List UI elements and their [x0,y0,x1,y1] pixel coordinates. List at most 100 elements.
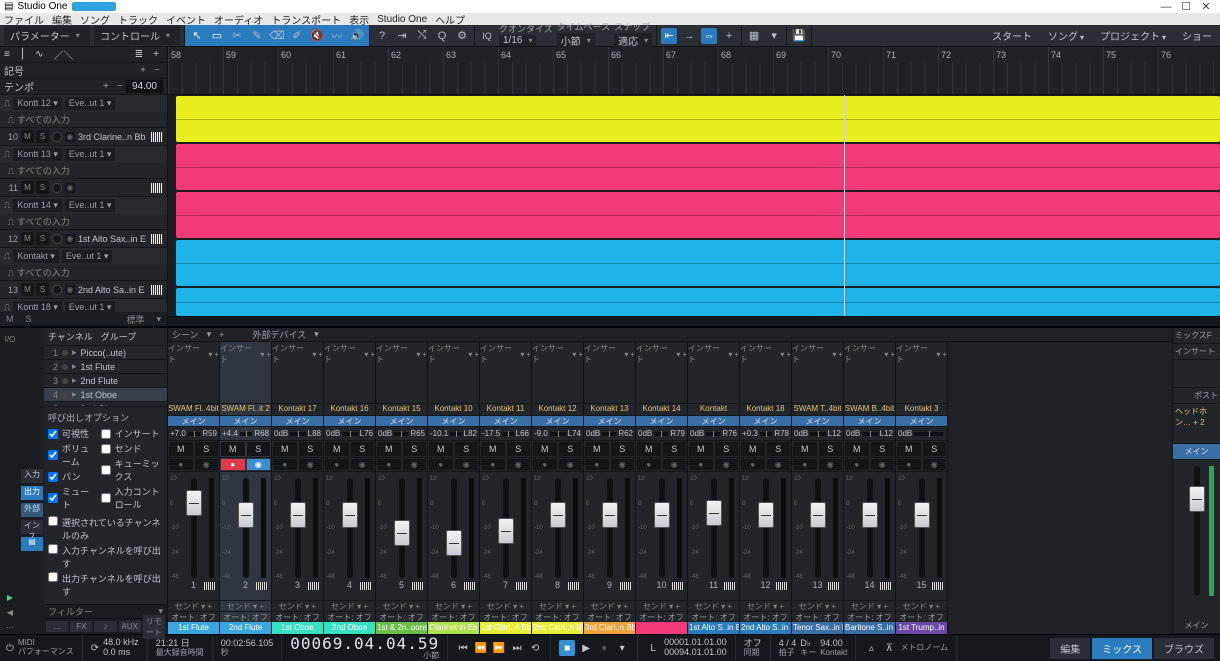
fader[interactable] [186,490,202,516]
view-tab[interactable]: 編集 [1050,638,1090,659]
mixer-side-tab[interactable]: 外部 [21,503,43,517]
strip-name[interactable] [636,622,687,634]
automation-mode[interactable]: オート: オフ [324,611,375,622]
send-slot[interactable]: センド ▾ + [740,600,791,611]
gain-value[interactable]: 0dB [898,429,912,438]
loop-range-icon[interactable]: L [646,641,660,655]
mute-button[interactable]: M [481,442,505,456]
solo-button[interactable]: S [455,442,479,456]
monitor-button[interactable]: ◉ [663,459,687,470]
pan-value[interactable]: L12 [880,429,893,438]
arm-button[interactable]: ● [533,459,557,470]
mute-button[interactable]: M [637,442,661,456]
gain-value[interactable]: -17.5 [482,429,500,438]
monitor-button[interactable]: ◉ [819,459,843,470]
add-track-icon[interactable]: + [153,49,159,60]
strip-name[interactable]: 1st Clari..n Bb [480,622,531,634]
height-dropdown-icon[interactable]: ▾ [156,314,161,325]
monitor-button[interactable]: ◉ [403,459,427,470]
instrument-name[interactable]: Kontakt 17 [272,404,323,416]
automation-mode[interactable]: オート: オフ [636,611,687,622]
output-routing[interactable]: メイン [532,416,583,427]
track-output[interactable]: Eve..ut 1 ▾ [65,97,116,110]
track-name[interactable]: 1st Alto Sax..in E [78,234,148,244]
mute-button[interactable]: M [741,442,765,456]
list-icon[interactable]: ≡ [4,49,10,60]
recall-option[interactable]: ミュート [48,485,91,511]
track-arm[interactable] [52,285,62,295]
mixer-filter-button[interactable]: … [46,621,68,632]
insert-slot[interactable]: インサート▾ + [532,343,583,365]
crossfade-icon[interactable]: ⤭ [414,28,430,44]
control-selector[interactable]: コントロール [94,26,180,45]
arrow-right-icon[interactable]: ▶ [0,590,20,604]
gain-value[interactable]: 0dB [690,429,704,438]
solo-button[interactable]: S [507,442,531,456]
insert-slot[interactable]: インサート▾ + [896,343,947,365]
solo-button[interactable]: S [195,442,219,456]
keyboard-icon[interactable] [204,582,216,590]
send-slot[interactable]: センド ▾ + [844,600,895,611]
channel-list-item[interactable]: 1st Oboe [81,390,165,400]
track-input[interactable]: Kontt 13 ▾ [13,148,62,161]
track-arm[interactable] [52,183,62,193]
track-monitor[interactable]: ◉ [65,183,75,193]
pan-slider[interactable] [394,432,408,436]
mute-button[interactable]: M [897,442,921,456]
pan-slider[interactable] [914,432,943,436]
fader[interactable] [862,502,878,528]
arm-button[interactable]: ● [169,459,193,470]
send-slot[interactable]: センド ▾ + [480,600,531,611]
track-solo[interactable]: S [36,232,49,245]
monitor-button[interactable]: ◉ [247,459,271,470]
mixer-strip[interactable]: インサート▾ +Kontakt 15メイン0dBR65MS●◉100-10-24… [376,342,428,634]
rewind-icon[interactable]: ⏪ [474,641,488,655]
mute-button[interactable]: M [169,442,193,456]
toolbar-link[interactable]: プロジェクト▾ [1092,28,1174,43]
close-button[interactable]: ✕ [1196,0,1216,13]
track-solo[interactable]: S [36,283,49,296]
track-arm[interactable] [52,234,62,244]
send-slot[interactable]: センド ▾ + [324,600,375,611]
marker-add-icon[interactable]: + [721,28,737,44]
draw-tool-icon[interactable]: ✎ [249,28,265,44]
fader[interactable] [290,502,306,528]
strip-name[interactable]: Tenor Sax..in B [792,622,843,634]
mixer-strip[interactable]: インサート▾ +Kontakt 12メイン-9.0L74MS●◉100-10-2… [532,342,584,634]
arm-button[interactable]: ● [429,459,453,470]
instrument-name[interactable]: Kontakt 11 [480,404,531,416]
track-mute[interactable]: M [21,181,34,194]
keyboard-icon[interactable] [256,582,268,590]
mute-button[interactable]: M [793,442,817,456]
range-tool-icon[interactable]: ▭ [209,28,225,44]
filter-label[interactable]: フィルター [48,605,93,618]
solo-button[interactable]: S [871,442,895,456]
monitor-button[interactable]: ◉ [767,459,791,470]
output-routing[interactable]: メイン [896,416,947,427]
solo-button[interactable]: S [403,442,427,456]
mixer-strip[interactable]: インサート▾ +Kontakt 3メイン0dBMS●◉100-10-24-481… [896,342,948,634]
listen-tool-icon[interactable]: 🔊 [349,28,365,44]
recall-option[interactable]: 可視性 [48,427,91,440]
mixer-strip[interactable]: インサート▾ +Kontakt 13メイン0dBR62MS●◉100-10-24… [584,342,636,634]
loop-end[interactable]: 00094.01.01.00 [664,648,727,658]
scene-label[interactable]: シーン [172,328,199,341]
keyboard-icon[interactable] [151,285,163,295]
monitor-button[interactable]: ◉ [299,459,323,470]
audio-clip[interactable] [176,96,1220,142]
output-routing[interactable]: メイン [428,416,479,427]
mute-tool-icon[interactable]: 🔇 [309,28,325,44]
pan-slider[interactable] [502,432,513,436]
insert-slot[interactable]: インサート▾ + [428,343,479,365]
mixfx-label[interactable]: ミックスF [1173,328,1220,344]
stop-button[interactable]: ■ [559,640,575,656]
tempo-remove-icon[interactable]: − [114,81,126,92]
monitor-button[interactable]: ◉ [871,459,895,470]
automation-mode[interactable]: オート: オフ [896,611,947,622]
track-output[interactable]: Eve..ut 1 ▾ [65,148,116,161]
mixer-strip[interactable]: インサート▾ +SWAM Fl..it 2メイン+4.4R68MS●◉100-1… [220,342,272,634]
monitor-button[interactable]: ◉ [195,459,219,470]
instrument-name[interactable]: Kontakt 16 [324,404,375,416]
power-icon[interactable]: ⏻ [6,643,14,654]
mixer-side-tab[interactable]: 入力 [21,469,43,483]
